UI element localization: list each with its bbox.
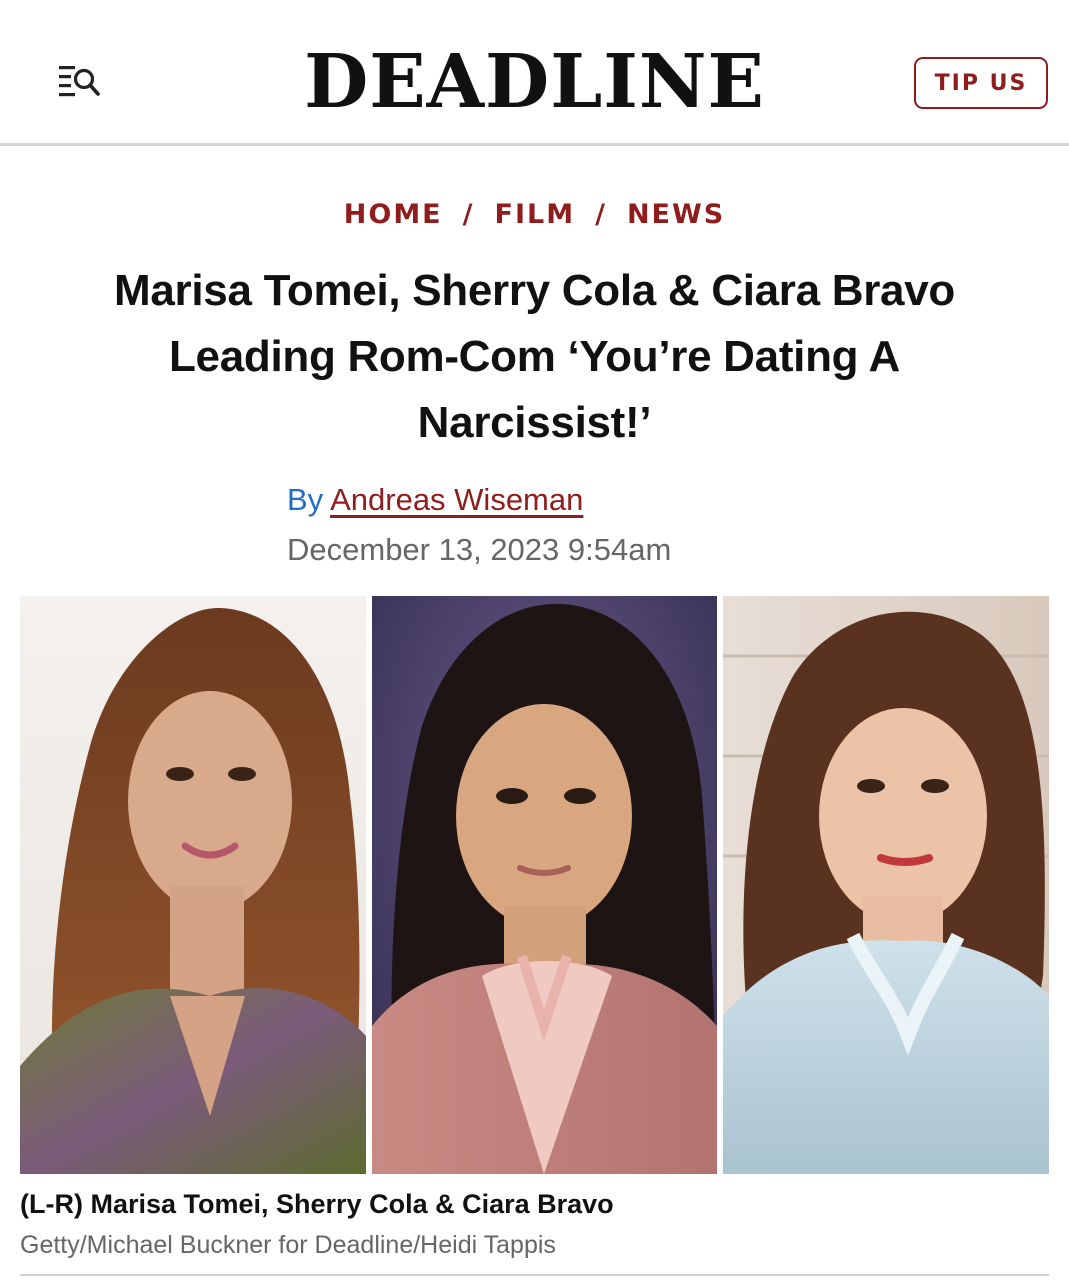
portrait-photo-left <box>20 596 366 1174</box>
image-credit: Getty/Michael Buckner for Deadline/Heidi… <box>20 1231 556 1259</box>
breadcrumb-news[interactable]: NEWS <box>627 199 725 230</box>
breadcrumb: HOME / FILM / NEWS <box>0 196 1069 234</box>
breadcrumb-home[interactable]: HOME <box>344 199 443 230</box>
portrait-photo-right <box>723 596 1049 1174</box>
author-link[interactable]: Andreas Wiseman <box>330 482 583 517</box>
divider <box>20 1274 1049 1276</box>
byline: By Andreas Wiseman <box>287 480 583 520</box>
publish-date: December 13, 2023 9:54am <box>287 532 672 567</box>
breadcrumb-separator: / <box>595 199 607 230</box>
site-header: DEADLINE TIP US <box>0 0 1069 146</box>
headline-line: Leading Rom-Com ‘You’re Dating A <box>168 332 901 381</box>
article-image[interactable] <box>20 596 1049 1174</box>
tip-us-button[interactable]: TIP US <box>914 57 1048 109</box>
headline-line: Marisa Tomei, Sherry Cola & Ciara Bravo <box>114 266 955 315</box>
breadcrumb-separator: / <box>462 199 475 230</box>
portrait-photo-center <box>372 596 717 1174</box>
article-headline: Marisa Tomei, Sherry Cola & Ciara Bravo … <box>40 258 1029 456</box>
breadcrumb-film[interactable]: FILM <box>495 199 576 230</box>
byline-prefix: By <box>287 482 324 517</box>
image-caption: (L-R) Marisa Tomei, Sherry Cola & Ciara … <box>20 1189 614 1219</box>
site-logo[interactable]: DEADLINE <box>0 36 1069 128</box>
headline-line: Narcissist!’ <box>417 398 652 447</box>
